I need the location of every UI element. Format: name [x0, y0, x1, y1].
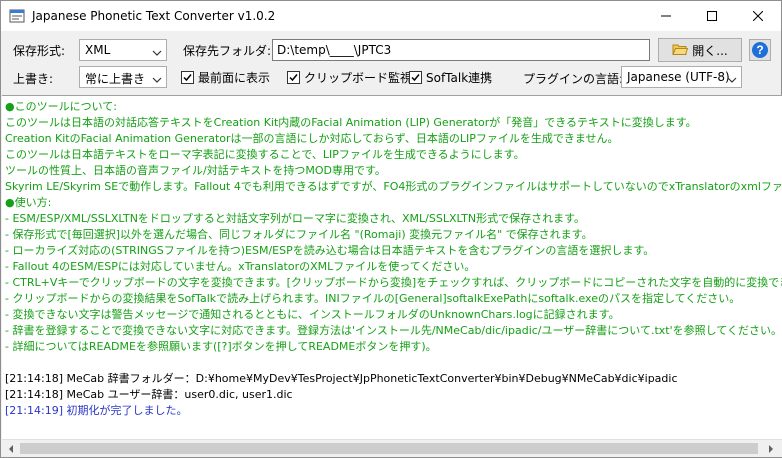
- softalk-label: SofTalk連携: [426, 71, 493, 85]
- help-button[interactable]: ?: [749, 39, 771, 61]
- plugin-language-label: プラグインの言語:: [523, 72, 624, 86]
- clipboard-monitor-checkbox[interactable]: クリップボード監視: [287, 69, 412, 86]
- checkmark-icon: [287, 71, 300, 84]
- maximize-icon: [707, 11, 717, 21]
- folder-open-icon: [672, 42, 689, 59]
- checkmark-icon: [181, 71, 194, 84]
- app-icon: [9, 8, 25, 24]
- save-folder-input[interactable]: [273, 40, 649, 60]
- always-on-top-checkbox[interactable]: 最前面に表示: [181, 69, 270, 86]
- scroll-left-button[interactable]: [2, 440, 19, 457]
- open-button-label: 開く...: [692, 43, 728, 58]
- log-line: ●使い方:: [5, 196, 52, 209]
- log-line: - ローカライズ対応の(STRINGSファイルを持つ)ESM/ESPを読み込む場…: [5, 244, 655, 257]
- log-line: このツールは日本語テキストをローマ字表記に変換することで、LIPファイルを生成で…: [5, 148, 525, 161]
- scroll-right-button[interactable]: [762, 440, 779, 457]
- log-line: [21:14:19] 初期化が完了しました。: [5, 404, 188, 417]
- horizontal-scrollbar[interactable]: [2, 439, 782, 457]
- minimize-button[interactable]: [643, 1, 689, 31]
- scroll-thumb[interactable]: [20, 443, 758, 454]
- save-folder-label: 保存先フォルダ:: [183, 44, 272, 58]
- log-line: - Fallout 4のESM/ESPには対応していません。xTranslato…: [5, 260, 476, 273]
- log-line: - クリップボードからの変換結果をSofTalkで読み上げられます。INIファイ…: [5, 292, 741, 305]
- chevron-down-icon: [152, 73, 162, 83]
- overwrite-select[interactable]: 常に上書き: [79, 66, 167, 88]
- plugin-language-select[interactable]: Japanese (UTF-8): [621, 66, 742, 88]
- checkmark-icon: [409, 71, 422, 84]
- log-line: - 変換できない文字は警告メッセージで通知されるとともに、インストールフォルダの…: [5, 308, 620, 321]
- log-line: - 詳細についてはREADMEを参照願います([?]ボタンを押してREADMEボ…: [5, 340, 437, 353]
- chevron-left-icon: [8, 442, 14, 456]
- minimize-icon: [661, 11, 671, 21]
- help-icon: ?: [752, 42, 768, 58]
- log-line: Skyrim LE/Skyrim SEで動作します。Fallout 4でも利用で…: [5, 180, 782, 193]
- maximize-button[interactable]: [689, 1, 735, 31]
- log-line: ●このツールについて:: [5, 100, 117, 113]
- save-format-value: XML: [85, 43, 111, 57]
- log-line: [21:14:18] MeCab ユーザー辞書：user0.dic, user1…: [5, 388, 293, 401]
- save-format-select[interactable]: XML: [79, 39, 167, 61]
- close-icon: [753, 11, 763, 21]
- overwrite-label: 上書き:: [13, 72, 54, 86]
- toolbar: 保存形式: XML 保存先フォルダ: 開く... ? 上書き:: [1, 31, 781, 95]
- clipboard-monitor-label: クリップボード監視: [304, 71, 413, 85]
- log-line: - CTRL+Vキーでクリップボードの文字を変換できます。[クリップボードから変…: [5, 276, 782, 289]
- log-line: - 保存形式で[毎回選択]以外を選んだ場合、同じフォルダにファイル名 "(Rom…: [5, 228, 593, 241]
- title-bar[interactable]: Japanese Phonetic Text Converter v1.0.2: [1, 1, 781, 31]
- always-on-top-label: 最前面に表示: [198, 71, 271, 85]
- overwrite-value: 常に上書き: [85, 72, 146, 86]
- softalk-checkbox[interactable]: SofTalk連携: [409, 69, 492, 86]
- log-output[interactable]: ●このツールについて: このツールは日本語の対話応答テキストをCreation …: [2, 95, 782, 439]
- app-window: Japanese Phonetic Text Converter v1.0.2 …: [0, 0, 782, 458]
- log-line: Creation KitのFacial Animation Generatorは…: [5, 132, 619, 145]
- open-folder-button[interactable]: 開く...: [658, 38, 742, 62]
- log-line: [21:14:18] MeCab 辞書フォルダー：D:¥home¥MyDev¥T…: [5, 372, 678, 385]
- window-title: Japanese Phonetic Text Converter v1.0.2: [32, 9, 276, 23]
- save-format-label: 保存形式:: [13, 44, 66, 58]
- chevron-right-icon: [768, 442, 774, 456]
- save-folder-field[interactable]: [272, 39, 650, 61]
- log-line: ツールの性質上、日本語の音声ファイル/対話テキストを持つMOD専用です。: [5, 164, 386, 177]
- chevron-down-icon: [727, 73, 737, 83]
- log-line: このツールは日本語の対話応答テキストをCreation Kit内蔵のFacial…: [5, 116, 697, 129]
- close-button[interactable]: [735, 1, 781, 31]
- plugin-language-value: Japanese (UTF-8): [627, 70, 730, 84]
- log-line: - 辞書を登録することで変換できない文字に対応できます。登録方法は'インストール…: [5, 324, 782, 337]
- chevron-down-icon: [152, 46, 162, 56]
- log-line: - ESM/ESP/XML/SSLXLTNをドロップすると対話文字列がローマ字に…: [5, 212, 585, 225]
